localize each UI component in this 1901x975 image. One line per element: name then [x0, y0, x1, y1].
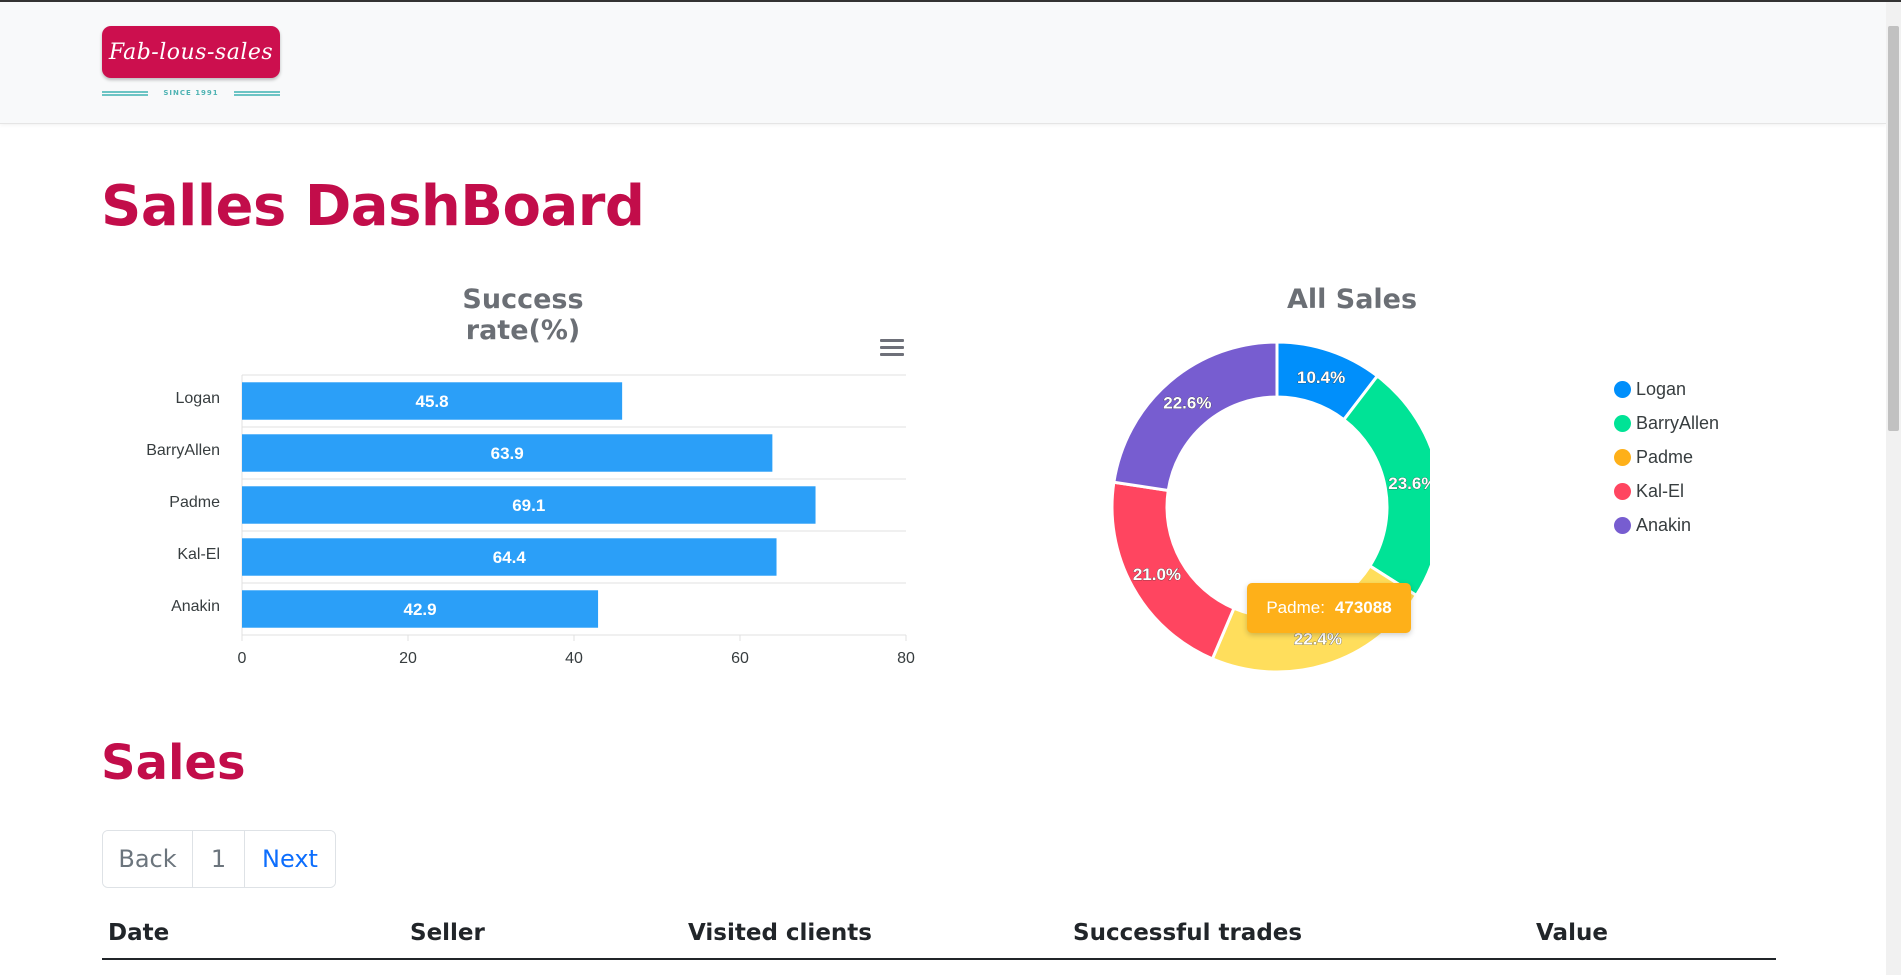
all-sales-donut-chart: 10.4%23.6%22.4%21.0%22.6% — [1110, 340, 1430, 674]
legend-label: Logan — [1636, 378, 1687, 399]
legend-marker — [1614, 380, 1631, 398]
legend-item-padme[interactable]: Padme — [1614, 440, 1719, 474]
legend-label: Anakin — [1636, 514, 1692, 535]
column-header-successful-trades[interactable]: Successful trades — [1073, 920, 1302, 946]
chart-tooltip: Padme: 473088 — [1247, 583, 1411, 633]
legend-item-logan[interactable]: Logan — [1614, 372, 1719, 406]
bar-data-label: 69.1 — [512, 496, 545, 515]
dashboard-page: Fab-lous-sales SINCE 1991 Salles DashBoa… — [0, 0, 1901, 975]
bar-data-label: 45.8 — [416, 392, 449, 411]
column-header-visited-clients[interactable]: Visited clients — [688, 920, 872, 946]
category-label: Anakin — [171, 598, 220, 615]
sales-legend: Logan BarryAllen Padme Kal-El Anakin — [1614, 372, 1719, 542]
brand-logo[interactable]: Fab-lous-sales SINCE 1991 — [102, 26, 280, 100]
legend-item-anakin[interactable]: Anakin — [1614, 508, 1719, 542]
slice-anakin — [1112, 340, 1279, 493]
logo-line-right — [234, 90, 280, 96]
sales-section-title: Sales — [101, 735, 246, 791]
x-tick-label: 20 — [399, 650, 417, 667]
category-label: Kal-El — [177, 546, 220, 563]
tooltip-label: Padme: — [1266, 598, 1325, 617]
next-button[interactable]: Next — [245, 831, 335, 887]
legend-item-barryallen[interactable]: BarryAllen — [1614, 406, 1719, 440]
x-tick-label: 40 — [565, 650, 583, 667]
legend-label: Kal-El — [1636, 480, 1685, 501]
column-header-date[interactable]: Date — [108, 920, 169, 946]
column-header-value[interactable]: Value — [1536, 920, 1608, 946]
slice-data-label: 10.4% — [1297, 368, 1345, 387]
legend-label: BarryAllen — [1636, 412, 1720, 433]
legend-marker — [1614, 414, 1631, 432]
success-rate-bar-chart: 45.8 Logan 63.9 BarryAllen 69.1 Padme 64.4 Kal-… — [146, 374, 915, 667]
navbar: Fab-lous-sales SINCE 1991 — [0, 2, 1886, 124]
legend-label: Padme — [1636, 446, 1694, 467]
page-title: Salles DashBoard — [101, 174, 645, 239]
category-label: Logan — [176, 390, 221, 407]
column-header-seller[interactable]: Seller — [410, 920, 485, 946]
sales-table-header: Date Seller Visited clients Successful t… — [102, 916, 1776, 960]
category-label: Padme — [169, 494, 220, 511]
x-tick-label: 60 — [731, 650, 749, 667]
bar-data-label: 63.9 — [491, 444, 524, 463]
logo-subline: SINCE 1991 — [102, 86, 280, 100]
legend-marker — [1614, 448, 1631, 466]
logo-line-left — [102, 90, 148, 96]
sales-chart-title: All Sales — [1286, 284, 1418, 315]
tooltip-value: 473088 — [1334, 598, 1392, 617]
pagination: Back 1 Next — [102, 830, 336, 888]
legend-marker — [1614, 516, 1631, 534]
back-button[interactable]: Back — [103, 831, 193, 887]
page-number-button[interactable]: 1 — [193, 831, 245, 887]
legend-marker — [1614, 482, 1631, 500]
slice-data-label: 23.6% — [1388, 474, 1430, 493]
slice-data-label: 22.6% — [1163, 394, 1211, 413]
x-tick-label: 80 — [897, 650, 915, 667]
scrollbar-thumb[interactable] — [1888, 26, 1899, 431]
category-label: BarryAllen — [146, 442, 220, 459]
slice-data-label: 21.0% — [1133, 565, 1181, 584]
legend-item-kal-el[interactable]: Kal-El — [1614, 474, 1719, 508]
logo-badge: Fab-lous-sales — [102, 26, 280, 78]
bar-data-label: 64.4 — [493, 548, 527, 567]
logo-since: SINCE 1991 — [163, 89, 219, 97]
page-scrollbar[interactable] — [1886, 2, 1901, 975]
x-tick-label: 0 — [238, 650, 247, 667]
logo-text: Fab-lous-sales — [108, 39, 274, 65]
bar-data-label: 42.9 — [403, 600, 436, 619]
